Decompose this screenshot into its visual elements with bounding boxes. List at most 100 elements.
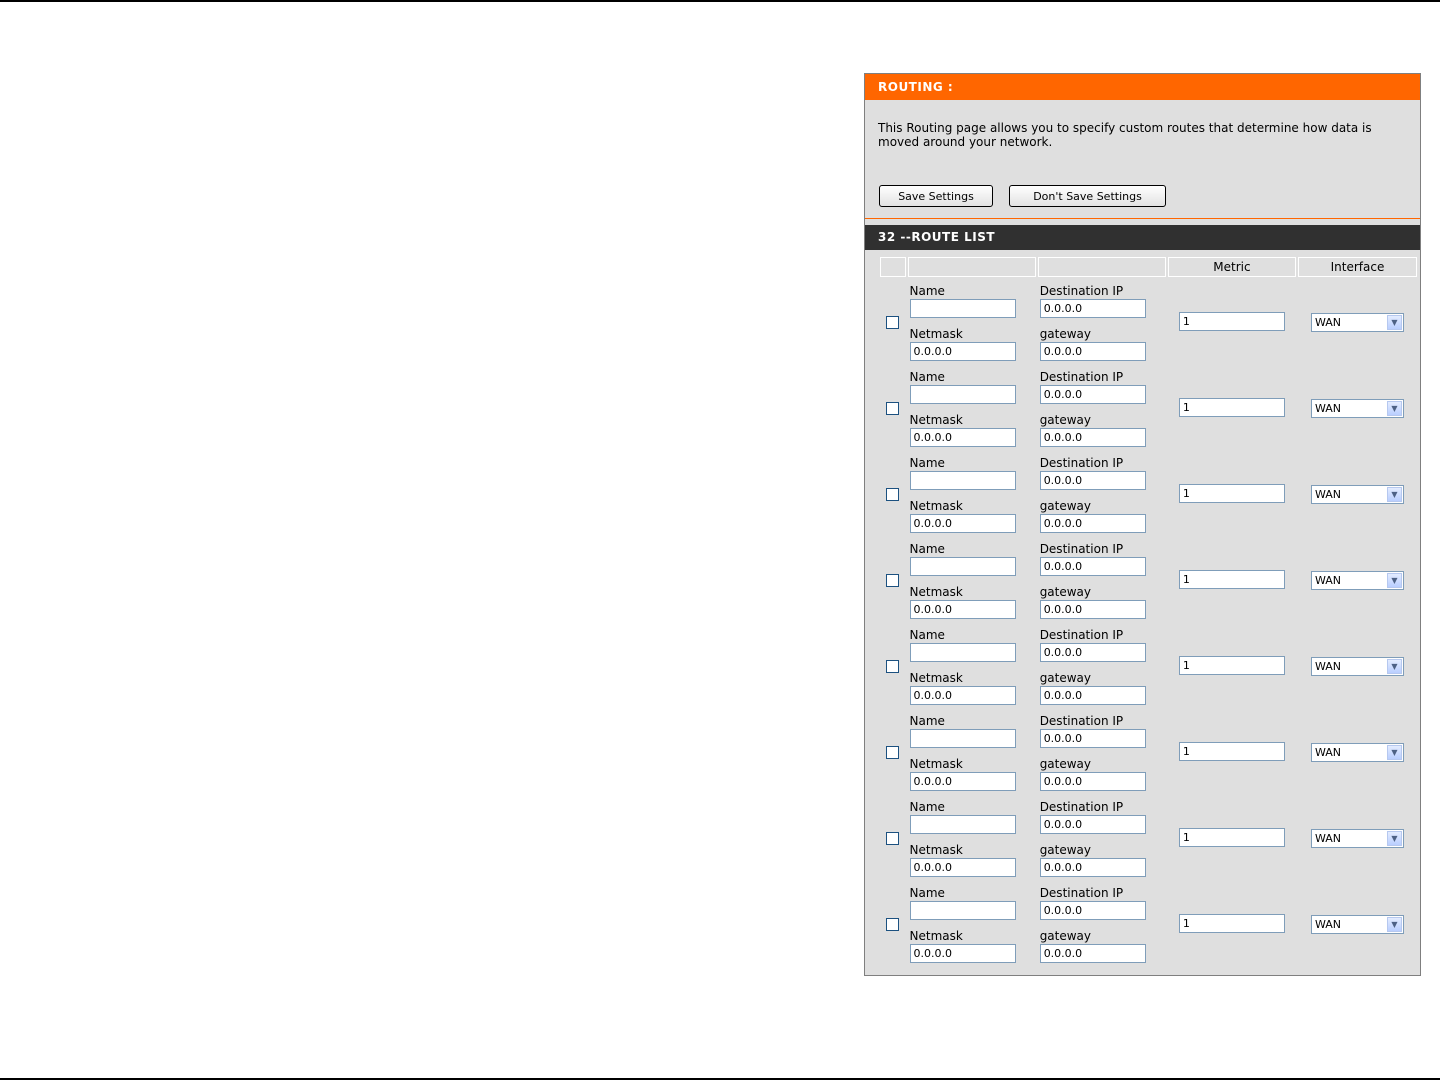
netmask-input[interactable] — [909, 685, 1016, 705]
chevron-down-icon[interactable]: ▼ — [1386, 314, 1402, 330]
netmask-label: Netmask — [909, 842, 963, 857]
route-enable-checkbox[interactable] — [886, 401, 900, 415]
route-enable-checkbox[interactable] — [886, 659, 900, 673]
destination-ip-label: Destination IP — [1039, 885, 1124, 900]
route-enable-checkbox[interactable] — [886, 831, 900, 845]
route-name-cell: Name — [907, 709, 1036, 750]
destination-ip-input[interactable] — [1039, 298, 1146, 318]
interface-select[interactable]: WAN ▼ — [1310, 742, 1404, 762]
interface-select[interactable]: WAN ▼ — [1310, 570, 1404, 590]
route-netmask-cell: Netmask — [907, 322, 1036, 363]
destination-ip-input[interactable] — [1039, 556, 1146, 576]
gateway-input[interactable] — [1039, 341, 1146, 361]
interface-select-value: WAN — [1314, 315, 1342, 329]
destination-ip-label: Destination IP — [1039, 799, 1124, 814]
route-row-top: Name Destination IP WAN ▼ — [880, 451, 1417, 535]
header-blank-checkbox — [880, 257, 906, 277]
netmask-input[interactable] — [909, 943, 1016, 963]
route-netmask-cell: Netmask — [907, 408, 1036, 449]
interface-select[interactable]: WAN ▼ — [1310, 312, 1404, 332]
route-list-container: Metric Interface Name Destination IP WAN… — [865, 250, 1420, 967]
header-metric: Metric — [1167, 257, 1296, 277]
interface-select[interactable]: WAN ▼ — [1310, 398, 1404, 418]
route-dest-cell: Destination IP — [1037, 451, 1166, 492]
destination-ip-input[interactable] — [1039, 814, 1146, 834]
route-enable-checkbox[interactable] — [886, 745, 900, 759]
interface-select-value: WAN — [1314, 659, 1342, 673]
netmask-input[interactable] — [909, 599, 1016, 619]
route-gateway-cell: gateway — [1037, 924, 1166, 965]
netmask-label: Netmask — [909, 670, 963, 685]
dont-save-settings-button[interactable]: Don't Save Settings — [1009, 185, 1166, 207]
gateway-input[interactable] — [1039, 857, 1146, 877]
route-enable-checkbox[interactable] — [886, 573, 900, 587]
gateway-input[interactable] — [1039, 685, 1146, 705]
route-dest-cell: Destination IP — [1037, 279, 1166, 320]
name-label: Name — [909, 283, 945, 298]
route-name-input[interactable] — [909, 728, 1016, 748]
interface-select[interactable]: WAN ▼ — [1310, 828, 1404, 848]
metric-input[interactable] — [1178, 827, 1285, 847]
netmask-input[interactable] — [909, 771, 1016, 791]
metric-input[interactable] — [1178, 311, 1285, 331]
netmask-input[interactable] — [909, 513, 1016, 533]
netmask-input[interactable] — [909, 857, 1016, 877]
route-enable-checkbox[interactable] — [886, 917, 900, 931]
destination-ip-input[interactable] — [1039, 728, 1146, 748]
gateway-input[interactable] — [1039, 427, 1146, 447]
metric-input[interactable] — [1178, 397, 1285, 417]
destination-ip-input[interactable] — [1039, 384, 1146, 404]
route-checkbox-cell — [880, 623, 906, 707]
chevron-down-icon[interactable]: ▼ — [1386, 400, 1402, 416]
route-name-input[interactable] — [909, 384, 1016, 404]
chevron-down-icon[interactable]: ▼ — [1386, 830, 1402, 846]
route-metric-cell — [1167, 881, 1296, 965]
destination-ip-label: Destination IP — [1039, 283, 1124, 298]
gateway-input[interactable] — [1039, 513, 1146, 533]
route-enable-checkbox[interactable] — [886, 315, 900, 329]
interface-select-value: WAN — [1314, 401, 1342, 415]
chevron-down-icon[interactable]: ▼ — [1386, 486, 1402, 502]
interface-select[interactable]: WAN ▼ — [1310, 914, 1404, 934]
gateway-input[interactable] — [1039, 943, 1146, 963]
metric-input[interactable] — [1178, 569, 1285, 589]
interface-select[interactable]: WAN ▼ — [1310, 656, 1404, 676]
route-name-input[interactable] — [909, 814, 1016, 834]
destination-ip-input[interactable] — [1039, 900, 1146, 920]
destination-ip-input[interactable] — [1039, 642, 1146, 662]
gateway-input[interactable] — [1039, 771, 1146, 791]
netmask-input[interactable] — [909, 427, 1016, 447]
chevron-down-icon[interactable]: ▼ — [1386, 572, 1402, 588]
save-settings-button[interactable]: Save Settings — [879, 185, 993, 207]
metric-input[interactable] — [1178, 655, 1285, 675]
metric-input[interactable] — [1178, 913, 1285, 933]
route-name-cell: Name — [907, 451, 1036, 492]
metric-input[interactable] — [1178, 741, 1285, 761]
route-enable-checkbox[interactable] — [886, 487, 900, 501]
route-name-input[interactable] — [909, 642, 1016, 662]
route-list-title: 32 --ROUTE LIST — [865, 225, 1420, 250]
interface-select-value: WAN — [1314, 745, 1342, 759]
route-gateway-cell: gateway — [1037, 752, 1166, 793]
route-checkbox-cell — [880, 279, 906, 363]
bottom-rule — [0, 1078, 1440, 1080]
chevron-down-icon[interactable]: ▼ — [1386, 658, 1402, 674]
gateway-label: gateway — [1039, 756, 1092, 771]
chevron-down-icon[interactable]: ▼ — [1386, 744, 1402, 760]
route-name-input[interactable] — [909, 556, 1016, 576]
gateway-input[interactable] — [1039, 599, 1146, 619]
gateway-label: gateway — [1039, 670, 1092, 685]
route-name-input[interactable] — [909, 298, 1016, 318]
destination-ip-input[interactable] — [1039, 470, 1146, 490]
route-name-input[interactable] — [909, 900, 1016, 920]
chevron-down-icon[interactable]: ▼ — [1386, 916, 1402, 932]
route-interface-cell: WAN ▼ — [1297, 279, 1417, 363]
interface-select[interactable]: WAN ▼ — [1310, 484, 1404, 504]
routing-description: This Routing page allows you to specify … — [878, 121, 1372, 149]
route-name-cell: Name — [907, 795, 1036, 836]
metric-input[interactable] — [1178, 483, 1285, 503]
route-name-input[interactable] — [909, 470, 1016, 490]
netmask-input[interactable] — [909, 341, 1016, 361]
route-gateway-cell: gateway — [1037, 666, 1166, 707]
route-interface-cell: WAN ▼ — [1297, 709, 1417, 793]
